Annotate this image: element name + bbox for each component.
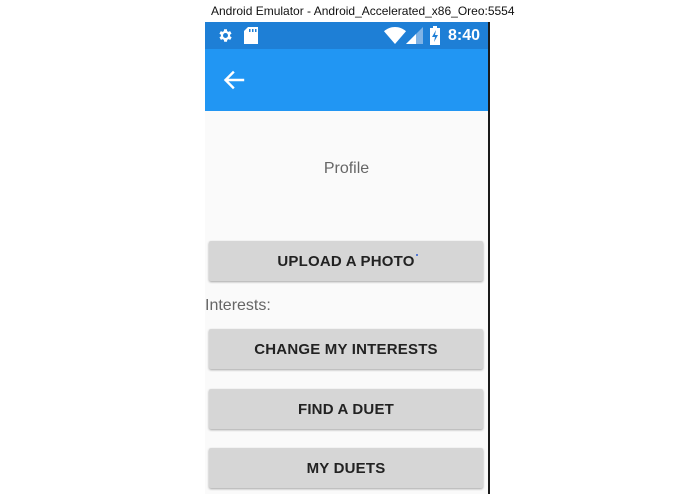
battery-charging-icon [430,26,440,50]
gear-icon [217,27,234,49]
status-time: 8:40 [447,27,480,44]
find-duet-button[interactable]: FIND A DUET [209,389,483,429]
device-screen: 8:40 Profile UPLOAD A PHOTO Interests: C… [205,22,488,494]
arrow-left-icon [223,70,245,90]
cell-signal-icon [406,27,423,49]
wifi-icon [384,27,406,49]
my-duets-button[interactable]: MY DUETS [209,448,483,488]
emulator-window-title: Android Emulator - Android_Accelerated_x… [0,0,695,22]
change-interests-button[interactable]: CHANGE MY INTERESTS [209,329,483,369]
upload-photo-button[interactable]: UPLOAD A PHOTO [209,241,483,281]
status-bar: 8:40 [205,22,488,49]
back-button[interactable] [219,65,249,95]
profile-title: Profile [323,160,370,177]
emulator-frame-border [488,22,490,494]
sd-card-icon [244,27,258,49]
cursor-dot [416,254,418,256]
app-bar [205,49,488,111]
interests-label: Interests: [205,297,271,314]
